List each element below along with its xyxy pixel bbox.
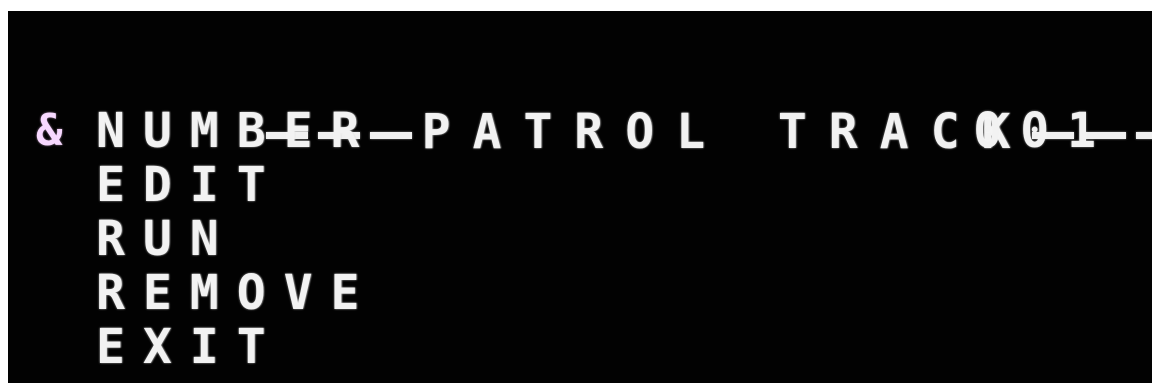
osd-screen: PATROL TRACK & NUMBER 001 EDIT RUN REMOV… [8, 11, 1152, 383]
patrol-track-number-value[interactable]: 001 [973, 104, 1114, 158]
menu-item-number[interactable]: NUMBER [96, 104, 377, 158]
menu-item-exit[interactable]: EXIT [96, 320, 284, 374]
menu-item-run[interactable]: RUN [96, 212, 237, 266]
menu-title-text: PATROL TRACK [421, 104, 1033, 160]
menu-item-remove[interactable]: REMOVE [96, 266, 377, 320]
selection-cursor: & [36, 105, 63, 156]
menu-item-edit[interactable]: EDIT [96, 158, 284, 212]
menu-title: PATROL TRACK [86, 51, 1152, 159]
